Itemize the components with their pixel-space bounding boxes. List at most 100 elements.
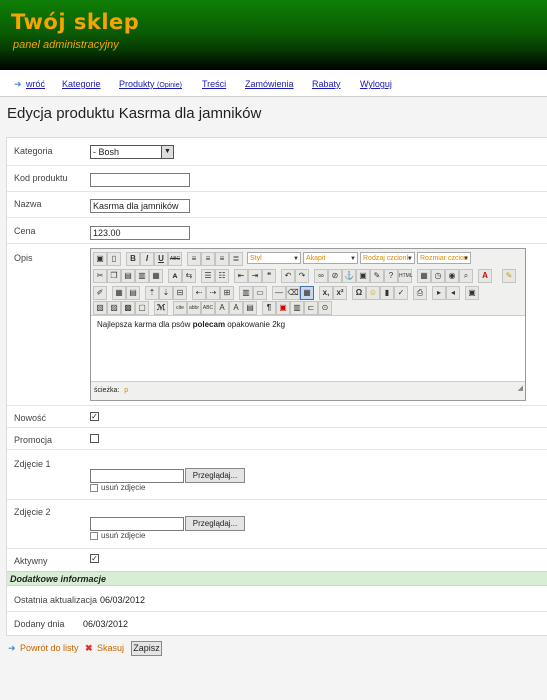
anchor-icon[interactable]: ⚓ — [342, 269, 356, 283]
redo-icon[interactable]: ↷ — [295, 269, 309, 283]
paragraph-dropdown[interactable]: Akapit ▼ — [303, 252, 358, 264]
strikethrough-icon[interactable]: ABC — [168, 252, 182, 266]
cut-icon[interactable]: ✂ — [93, 269, 107, 283]
nav-back-link[interactable]: wróć — [26, 79, 45, 89]
cite-icon[interactable]: cite — [173, 301, 187, 315]
nav-item-products[interactable]: Produkty (Opinie) — [119, 79, 182, 89]
photo2-remove-checkbox[interactable] — [90, 531, 98, 540]
save-icon[interactable]: ▣ — [93, 252, 107, 266]
acronym-icon[interactable]: ABC — [201, 301, 215, 315]
special-char-icon[interactable]: Ω — [352, 286, 366, 300]
insert-col-after-icon[interactable]: ⇢ — [206, 286, 220, 300]
fullscreen-icon[interactable]: ▣ — [465, 286, 479, 300]
code-input[interactable] — [90, 173, 190, 187]
attribs-icon[interactable]: ▤ — [243, 301, 257, 315]
insert-date-icon[interactable]: ▦ — [417, 269, 431, 283]
delete-link[interactable]: Skasuj — [97, 643, 124, 657]
emoticons-icon[interactable]: ☺ — [366, 286, 380, 300]
font-size-dropdown[interactable]: Rozmiar czcion ▼ — [417, 252, 471, 264]
new-checkbox[interactable]: ✓ — [90, 412, 99, 421]
print-icon[interactable]: ⎙ — [413, 286, 427, 300]
media-icon[interactable]: ▮ — [380, 286, 394, 300]
insert-time-icon[interactable]: ◷ — [431, 269, 445, 283]
visual-aid-icon[interactable]: ▦ — [300, 286, 314, 300]
background-color-icon[interactable]: ✎ — [502, 269, 516, 283]
link-icon[interactable]: ∞ — [314, 269, 328, 283]
align-right-icon[interactable]: ≡ — [215, 252, 229, 266]
edit-css-icon[interactable]: ✐ — [93, 286, 107, 300]
nav-item-logout[interactable]: Wyloguj — [360, 79, 392, 89]
align-justify-icon[interactable]: ≣ — [229, 252, 243, 266]
subscript-icon[interactable]: x, — [319, 286, 333, 300]
styleprops-icon[interactable]: ℳ — [154, 301, 168, 315]
nav-item-content[interactable]: Treści — [202, 79, 226, 89]
new-document-icon[interactable]: ▯ — [107, 252, 121, 266]
underline-icon[interactable]: U — [154, 252, 168, 266]
blockquote-icon[interactable]: ❝ — [262, 269, 276, 283]
row-props-icon[interactable]: ▤ — [126, 286, 140, 300]
rtl-icon[interactable]: ◂ — [446, 286, 460, 300]
absolute-icon[interactable]: ▢ — [135, 301, 149, 315]
find-icon[interactable]: ᴀ — [168, 269, 182, 283]
bullet-list-icon[interactable]: ☰ — [201, 269, 215, 283]
replace-icon[interactable]: ⇆ — [182, 269, 196, 283]
delete-col-icon[interactable]: ⊞ — [220, 286, 234, 300]
font-family-dropdown[interactable]: Rodzaj czcionk ▼ — [360, 252, 415, 264]
insert-row-before-icon[interactable]: ⇡ — [145, 286, 159, 300]
paste-word-icon[interactable]: ▦ — [149, 269, 163, 283]
style-dropdown[interactable]: Styl ▼ — [247, 252, 301, 264]
photo2-remove[interactable]: usuń zdjęcie — [90, 531, 145, 540]
photo1-remove[interactable]: usuń zdjęcie — [90, 483, 145, 492]
price-input[interactable]: 123.00 — [90, 226, 190, 240]
cleanup-icon[interactable]: ✎ — [370, 269, 384, 283]
image-icon[interactable]: ▣ — [356, 269, 370, 283]
horizontal-rule-icon[interactable]: — — [272, 286, 286, 300]
delete-row-icon[interactable]: ⊟ — [173, 286, 187, 300]
help-icon[interactable]: ? — [384, 269, 398, 283]
photo1-browse-button[interactable]: Przeglądaj... — [185, 468, 245, 483]
template-icon[interactable]: ▥ — [290, 301, 304, 315]
indent-icon[interactable]: ⇥ — [248, 269, 262, 283]
photo2-browse-button[interactable]: Przeglądaj... — [185, 516, 245, 531]
nav-item-products-label[interactable]: Produkty — [119, 79, 155, 89]
paste-text-icon[interactable]: ▥ — [135, 269, 149, 283]
pagebreak-icon[interactable]: ⊏ — [304, 301, 318, 315]
ins-icon[interactable]: A — [229, 301, 243, 315]
copy-icon[interactable]: ❐ — [107, 269, 121, 283]
del-icon[interactable]: A — [215, 301, 229, 315]
visual-chars-icon[interactable]: ¶ — [262, 301, 276, 315]
name-input[interactable]: Kasrma dla jamników — [90, 199, 190, 213]
ltr-icon[interactable]: ▸ — [432, 286, 446, 300]
zoom-icon[interactable]: ⌕ — [459, 269, 473, 283]
move-forward-icon[interactable]: ▨ — [107, 301, 121, 315]
html-source-icon[interactable]: HTML — [398, 269, 413, 283]
italic-icon[interactable]: I — [140, 252, 154, 266]
editor-content[interactable]: Najlepsza karma dla psów polecam opakowa… — [97, 320, 285, 329]
remove-format-icon[interactable]: ⌫ — [286, 286, 300, 300]
align-center-icon[interactable]: ≡ — [201, 252, 215, 266]
split-cells-icon[interactable]: ▥ — [239, 286, 253, 300]
photo2-file-input[interactable] — [90, 517, 184, 531]
photo1-remove-checkbox[interactable] — [90, 483, 98, 492]
spellcheck-icon[interactable]: ✓ — [394, 286, 408, 300]
nav-item-orders[interactable]: Zamówienia — [245, 79, 294, 89]
abbr-icon[interactable]: abbr — [187, 301, 201, 315]
back-to-list-link[interactable]: Powrót do listy — [20, 643, 79, 657]
resize-handle-icon[interactable]: ◢ — [518, 380, 523, 398]
insert-row-after-icon[interactable]: ⇣ — [159, 286, 173, 300]
undo-icon[interactable]: ↶ — [281, 269, 295, 283]
nav-item-categories[interactable]: Kategorie — [62, 79, 101, 89]
editor-path-element[interactable]: p — [124, 387, 128, 394]
preview-icon[interactable]: ◉ — [445, 269, 459, 283]
bold-icon[interactable]: B — [126, 252, 140, 266]
numbered-list-icon[interactable]: ☷ — [215, 269, 229, 283]
save-button[interactable]: Zapisz — [131, 641, 162, 656]
move-backward-icon[interactable]: ▩ — [121, 301, 135, 315]
insert-layer-icon[interactable]: ▧ — [93, 301, 107, 315]
category-select[interactable]: - Bosh ▼ — [90, 145, 174, 159]
restore-draft-icon[interactable]: ⊙ — [318, 301, 332, 315]
paste-icon[interactable]: ▤ — [121, 269, 135, 283]
outdent-icon[interactable]: ⇤ — [234, 269, 248, 283]
superscript-icon[interactable]: x² — [333, 286, 347, 300]
merge-cells-icon[interactable]: ▭ — [253, 286, 267, 300]
